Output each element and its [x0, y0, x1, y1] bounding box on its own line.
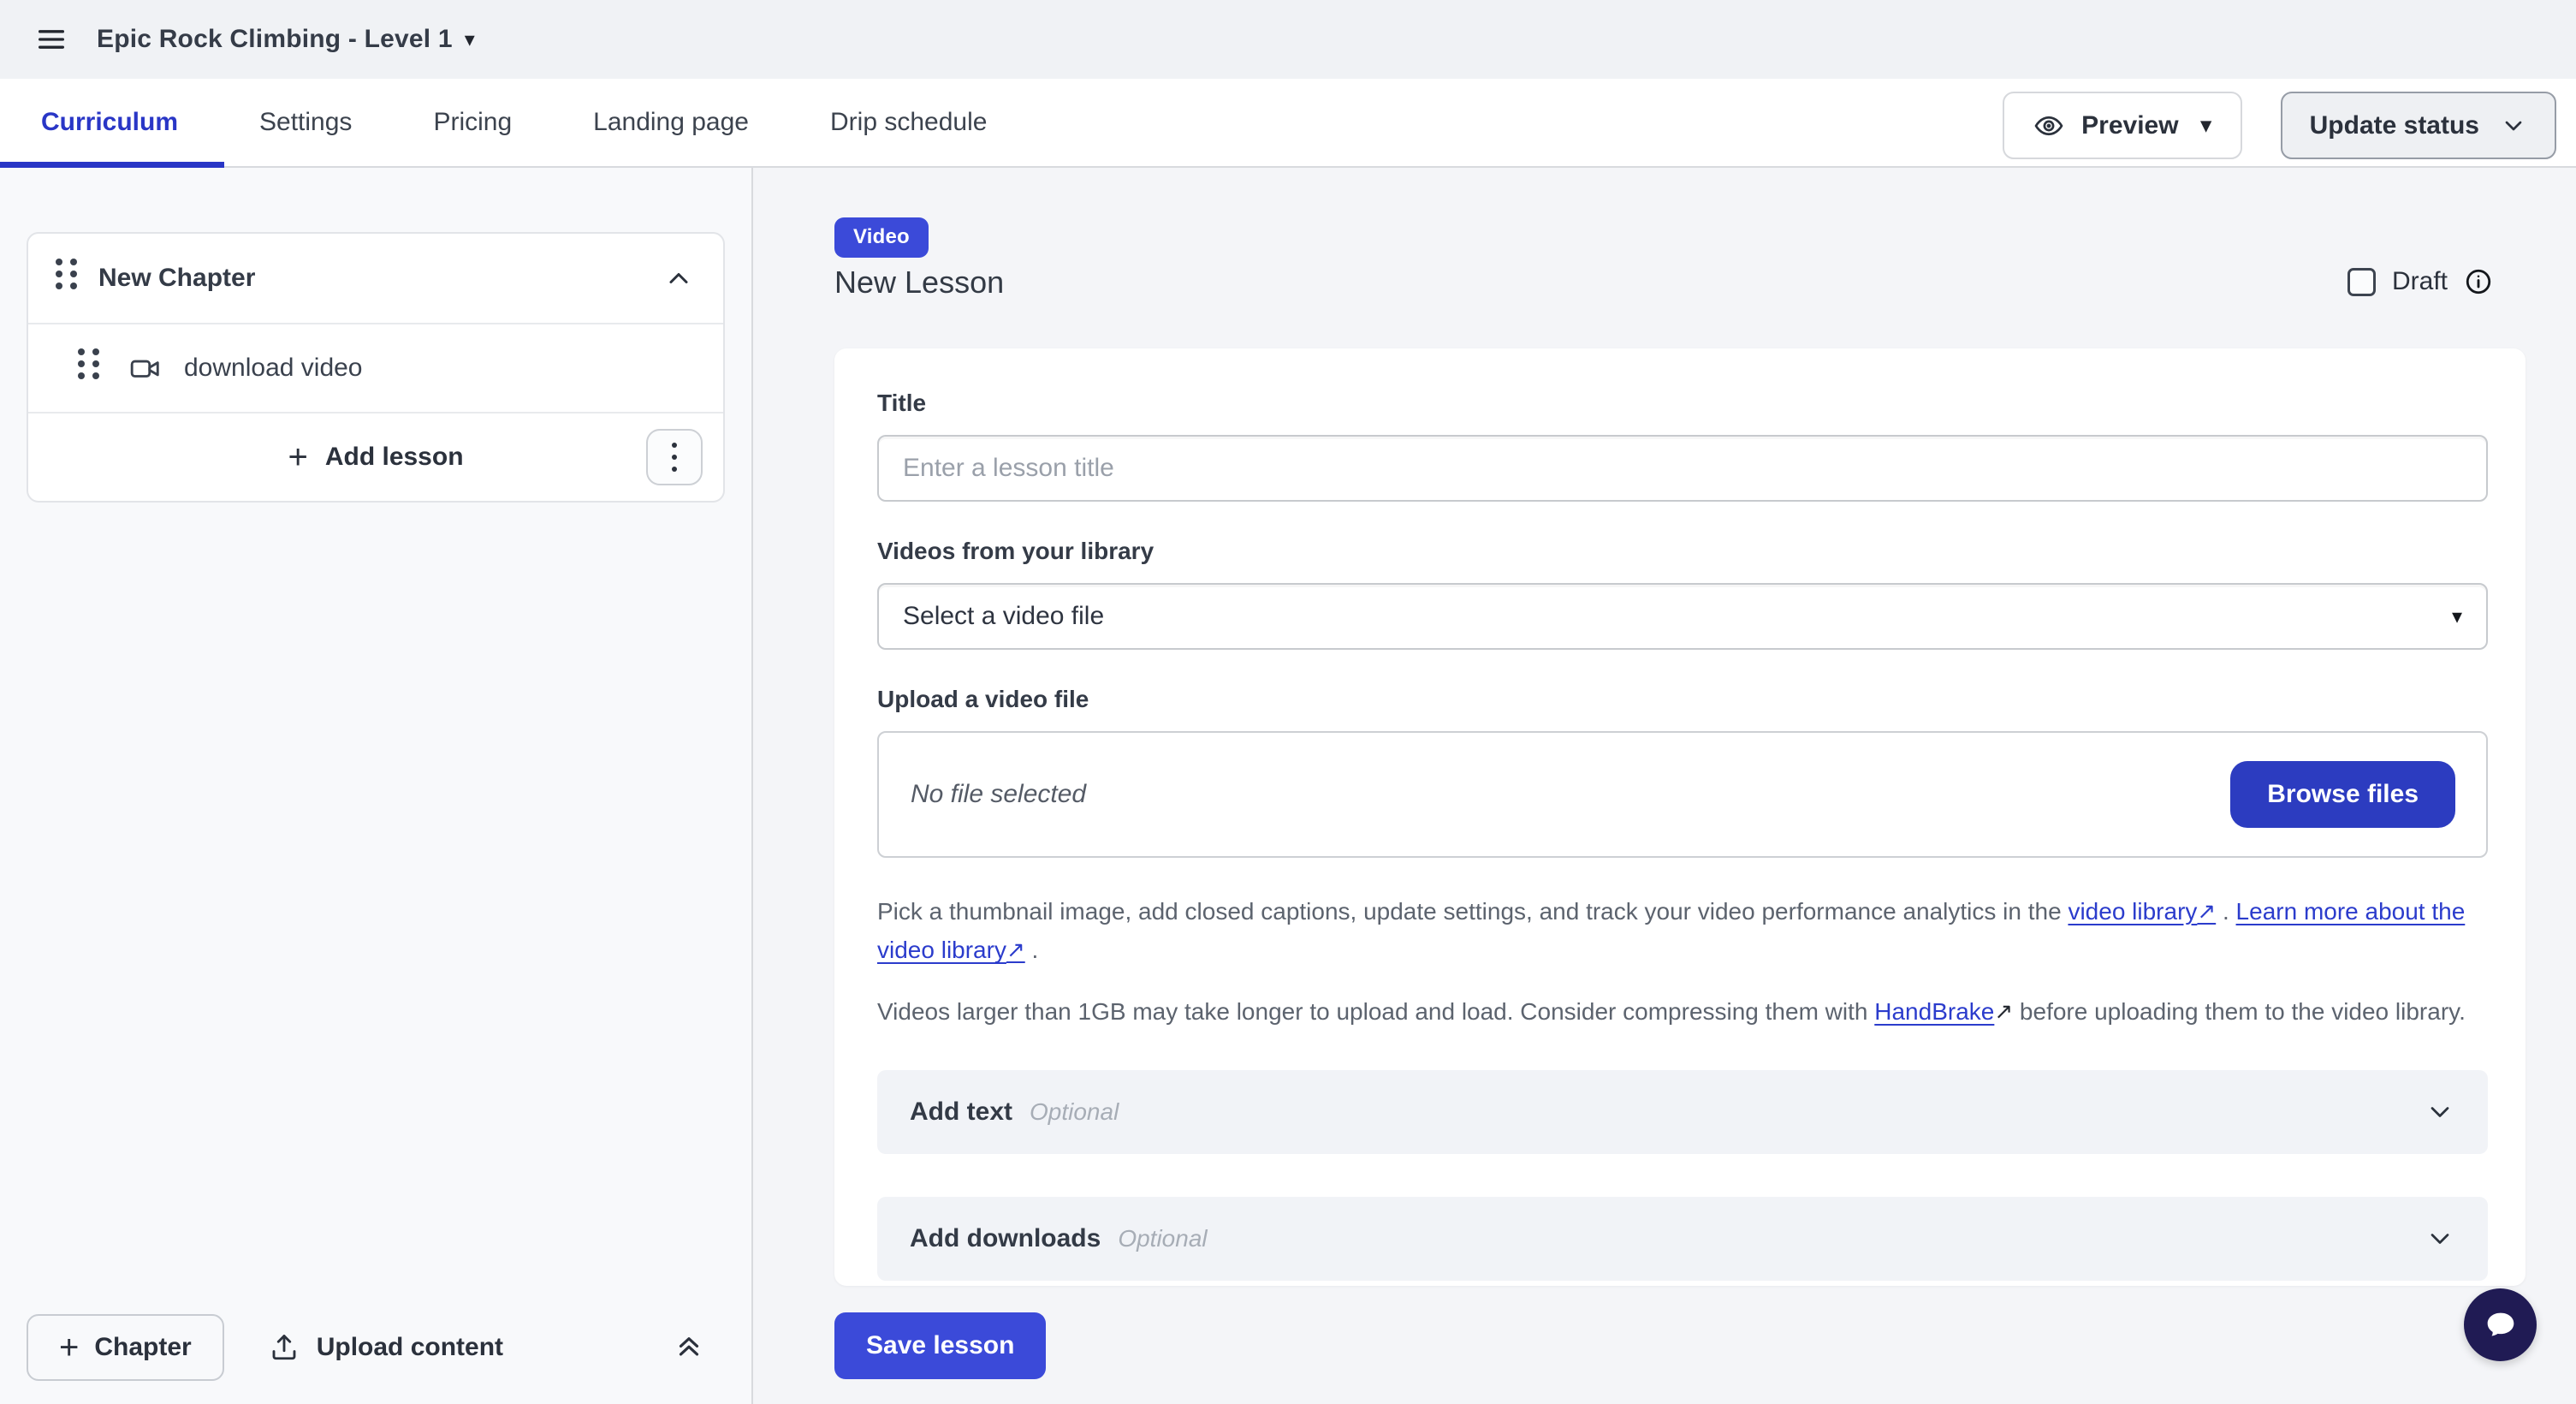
preview-button[interactable]: Preview ▾: [2003, 92, 2241, 159]
curriculum-sidebar: New Chapter download video + Add lesson: [0, 168, 753, 1404]
add-text-label: Add text: [910, 1098, 1012, 1127]
chevron-down-icon: [2425, 1097, 2455, 1127]
chat-widget-button[interactable]: [2464, 1288, 2537, 1361]
header-actions: Preview ▾ Update status: [2003, 92, 2556, 159]
caret-down-icon: ▾: [2452, 604, 2462, 629]
draft-checkbox[interactable]: [2347, 268, 2376, 296]
video-camera-icon: [129, 352, 162, 384]
collapse-all-chevrons-icon[interactable]: [673, 1331, 705, 1364]
select-value: Select a video file: [903, 602, 1104, 631]
video-library-select[interactable]: Select a video file ▾: [877, 583, 2488, 650]
lesson-title-input[interactable]: [877, 435, 2488, 502]
caret-down-icon[interactable]: ▾: [465, 27, 475, 52]
update-status-label: Update status: [2310, 111, 2479, 140]
drag-handle-icon[interactable]: [78, 348, 100, 388]
lesson-row[interactable]: download video: [28, 323, 723, 412]
help-text: .: [1025, 937, 1039, 963]
compression-help-text: Videos larger than 1GB may take longer t…: [877, 992, 2488, 1031]
library-field-label: Videos from your library: [877, 538, 2488, 565]
hamburger-menu-icon[interactable]: [27, 15, 76, 64]
help-text: Pick a thumbnail image, add closed capti…: [877, 898, 2068, 925]
caret-down-icon: ▾: [2201, 113, 2211, 138]
lesson-type-badge: Video: [834, 217, 929, 258]
chevron-down-icon: [2425, 1223, 2455, 1254]
add-lesson-row[interactable]: + Add lesson: [28, 412, 723, 501]
add-text-expander[interactable]: Add text Optional: [877, 1070, 2488, 1154]
draft-toggle-group: Draft: [2347, 267, 2493, 296]
tab-settings[interactable]: Settings: [259, 108, 352, 137]
plus-icon: +: [288, 440, 307, 474]
help-text: Videos larger than 1GB may take longer t…: [877, 998, 1874, 1025]
upload-content-button[interactable]: Upload content: [269, 1332, 503, 1363]
add-chapter-button[interactable]: + Chapter: [27, 1314, 224, 1381]
course-tab-bar: Curriculum Settings Pricing Landing page…: [0, 79, 2576, 168]
add-downloads-expander[interactable]: Add downloads Optional: [877, 1197, 2488, 1281]
preview-label: Preview: [2081, 111, 2178, 140]
video-library-help-text: Pick a thumbnail image, add closed capti…: [877, 892, 2488, 970]
page-title: New Lesson: [834, 265, 2526, 300]
add-lesson-label: Add lesson: [325, 443, 464, 472]
upload-content-label: Upload content: [317, 1333, 503, 1362]
drag-handle-icon[interactable]: [56, 259, 78, 298]
optional-tag: Optional: [1030, 1098, 1119, 1126]
tab-drip-schedule[interactable]: Drip schedule: [830, 108, 987, 137]
handbrake-link[interactable]: HandBrake: [1874, 998, 1994, 1025]
video-library-link[interactable]: video library: [2068, 898, 2197, 925]
lesson-editor: Video New Lesson Draft Title Videos from…: [755, 168, 2576, 1404]
chapter-card: New Chapter download video + Add lesson: [27, 232, 725, 503]
help-text: .: [2216, 898, 2235, 925]
chevron-up-icon[interactable]: [663, 263, 694, 294]
optional-tag: Optional: [1118, 1225, 1207, 1252]
tabs: Curriculum Settings Pricing Landing page…: [41, 108, 987, 137]
no-file-text: No file selected: [911, 780, 1086, 809]
add-chapter-label: Chapter: [94, 1333, 191, 1362]
upload-icon: [269, 1332, 300, 1363]
title-field-label: Title: [877, 390, 2488, 417]
external-link-icon: ↗: [1994, 993, 2013, 1029]
chapter-options-kebab-button[interactable]: [646, 429, 703, 485]
eye-icon: [2033, 110, 2064, 141]
upload-field-label: Upload a video file: [877, 686, 2488, 713]
update-status-button[interactable]: Update status: [2281, 92, 2556, 159]
help-text: before uploading them to the video libra…: [2013, 998, 2466, 1025]
tab-landing-page[interactable]: Landing page: [593, 108, 749, 137]
tab-pricing[interactable]: Pricing: [433, 108, 512, 137]
draft-label: Draft: [2392, 267, 2448, 296]
chapter-row[interactable]: New Chapter: [28, 234, 723, 323]
file-drop-area[interactable]: No file selected Browse files: [877, 731, 2488, 858]
tab-curriculum[interactable]: Curriculum: [41, 108, 178, 137]
sidebar-footer: + Chapter Upload content: [0, 1291, 750, 1404]
lesson-form-card: Title Videos from your library Select a …: [834, 348, 2526, 1286]
course-title[interactable]: Epic Rock Climbing - Level 1: [97, 25, 453, 54]
external-link-icon: ↗: [2197, 893, 2216, 929]
lesson-title: download video: [184, 354, 363, 383]
add-downloads-label: Add downloads: [910, 1224, 1101, 1253]
save-lesson-button[interactable]: Save lesson: [834, 1312, 1046, 1379]
chapter-title: New Chapter: [98, 264, 255, 293]
top-bar: Epic Rock Climbing - Level 1 ▾: [0, 0, 2576, 79]
external-link-icon: ↗: [1006, 931, 1025, 967]
speech-bubble-icon: [2481, 1306, 2520, 1345]
browse-files-button[interactable]: Browse files: [2230, 761, 2455, 828]
active-tab-underline: [0, 162, 224, 168]
info-icon[interactable]: [2464, 267, 2493, 296]
plus-icon: +: [59, 1330, 79, 1365]
lesson-header: Video New Lesson Draft: [834, 217, 2526, 300]
chevron-down-icon: [2500, 112, 2527, 140]
